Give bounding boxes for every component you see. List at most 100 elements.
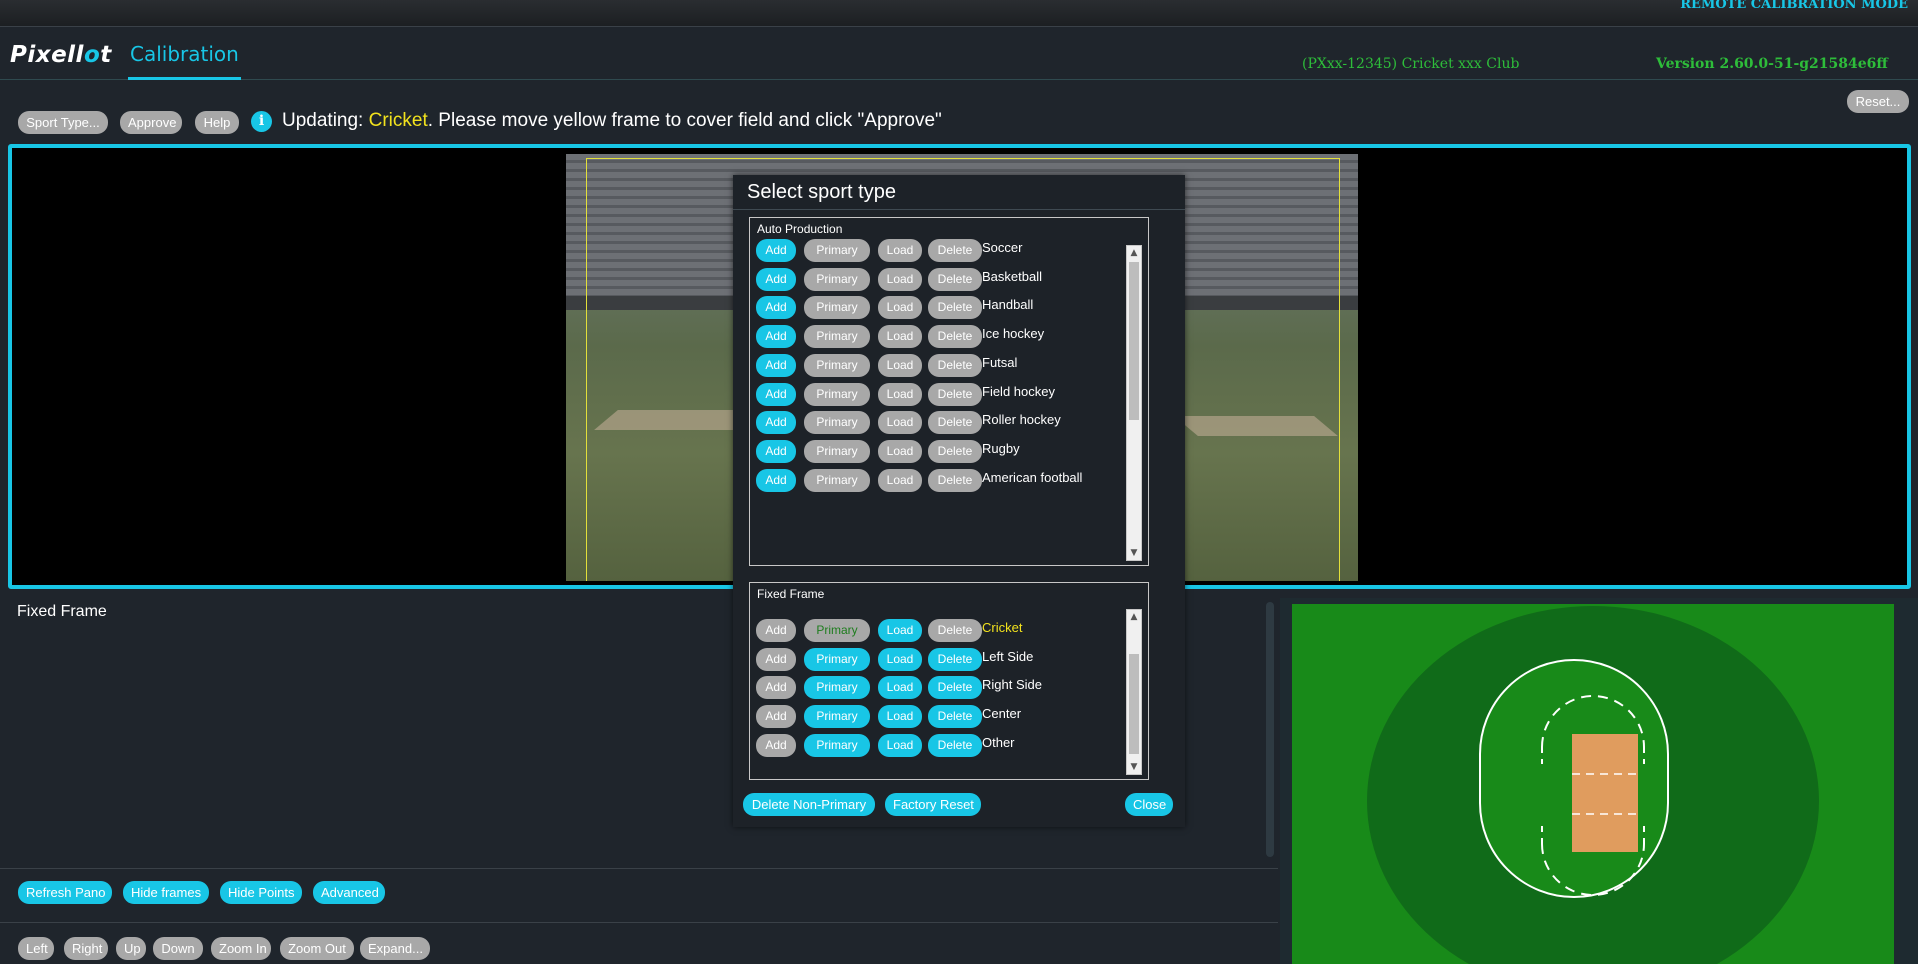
- delete-button[interactable]: Delete: [928, 619, 982, 642]
- load-button[interactable]: Load: [878, 325, 922, 349]
- list-item: Add Primary Load Delete Futsal: [756, 353, 1116, 378]
- sport-name[interactable]: Ice hockey: [982, 326, 1044, 341]
- hide-frames-button[interactable]: Hide frames: [123, 881, 209, 904]
- delete-button[interactable]: Delete: [928, 733, 982, 757]
- add-button[interactable]: Add: [756, 267, 796, 291]
- load-button[interactable]: Load: [878, 676, 922, 700]
- add-button[interactable]: Add: [756, 705, 796, 729]
- sport-name[interactable]: Right Side: [982, 677, 1042, 692]
- tab-calibration[interactable]: Calibration: [128, 42, 241, 80]
- auto-production-scrollbar[interactable]: ▲ ▼: [1126, 245, 1142, 561]
- panel-scrollbar[interactable]: [1266, 602, 1274, 857]
- primary-button[interactable]: Primary: [804, 325, 870, 349]
- load-button[interactable]: Load: [878, 411, 922, 435]
- zoom-out-button[interactable]: Zoom Out: [280, 937, 354, 960]
- add-button[interactable]: Add: [756, 676, 796, 700]
- delete-button[interactable]: Delete: [928, 468, 982, 492]
- add-button[interactable]: Add: [756, 647, 796, 671]
- add-button[interactable]: Add: [756, 239, 796, 262]
- load-button[interactable]: Load: [878, 267, 922, 291]
- delete-button[interactable]: Delete: [928, 439, 982, 463]
- sport-name[interactable]: Center: [982, 706, 1021, 721]
- load-button[interactable]: Load: [878, 296, 922, 320]
- help-button[interactable]: Help: [195, 111, 239, 134]
- up-button[interactable]: Up: [116, 937, 146, 960]
- sport-name[interactable]: Futsal: [982, 355, 1017, 370]
- close-button[interactable]: Close: [1125, 793, 1173, 816]
- delete-button[interactable]: Delete: [928, 411, 982, 435]
- primary-button[interactable]: Primary: [804, 353, 870, 377]
- refresh-pano-button[interactable]: Refresh Pano: [18, 881, 112, 904]
- expand-button[interactable]: Expand...: [360, 937, 430, 960]
- approve-button[interactable]: Approve: [120, 111, 182, 134]
- sport-name[interactable]: Roller hockey: [982, 412, 1061, 427]
- down-button[interactable]: Down: [153, 937, 203, 960]
- load-button[interactable]: Load: [878, 382, 922, 406]
- load-button[interactable]: Load: [878, 619, 922, 642]
- reset-button[interactable]: Reset...: [1847, 90, 1909, 113]
- add-button[interactable]: Add: [756, 411, 796, 435]
- load-button[interactable]: Load: [878, 733, 922, 757]
- delete-button[interactable]: Delete: [928, 647, 982, 671]
- primary-button[interactable]: Primary: [804, 411, 870, 435]
- right-button[interactable]: Right: [64, 937, 108, 960]
- sport-name[interactable]: American football: [982, 470, 1082, 485]
- fixed-frame-scrollbar[interactable]: ▲ ▼: [1126, 609, 1142, 775]
- primary-button[interactable]: Primary: [804, 239, 870, 262]
- add-button[interactable]: Add: [756, 353, 796, 377]
- factory-reset-button[interactable]: Factory Reset: [885, 793, 981, 816]
- load-button[interactable]: Load: [878, 647, 922, 671]
- primary-button[interactable]: Primary: [804, 619, 870, 642]
- sport-name[interactable]: Soccer: [982, 240, 1022, 255]
- primary-button[interactable]: Primary: [804, 439, 870, 463]
- scroll-up-icon[interactable]: ▲: [1127, 246, 1141, 260]
- delete-button[interactable]: Delete: [928, 676, 982, 700]
- sport-name[interactable]: Field hockey: [982, 384, 1055, 399]
- sport-name[interactable]: Cricket: [982, 620, 1022, 635]
- scroll-thumb[interactable]: [1129, 654, 1139, 754]
- sport-name[interactable]: Handball: [982, 297, 1033, 312]
- add-button[interactable]: Add: [756, 733, 796, 757]
- delete-button[interactable]: Delete: [928, 296, 982, 320]
- load-button[interactable]: Load: [878, 353, 922, 377]
- load-button[interactable]: Load: [878, 239, 922, 262]
- scroll-down-icon[interactable]: ▼: [1127, 760, 1141, 774]
- sport-name[interactable]: Left Side: [982, 649, 1033, 664]
- delete-non-primary-button[interactable]: Delete Non-Primary: [743, 793, 875, 816]
- primary-button[interactable]: Primary: [804, 733, 870, 757]
- primary-button[interactable]: Primary: [804, 267, 870, 291]
- add-button[interactable]: Add: [756, 439, 796, 463]
- primary-button[interactable]: Primary: [804, 647, 870, 671]
- sport-name[interactable]: Basketball: [982, 269, 1042, 284]
- load-button[interactable]: Load: [878, 468, 922, 492]
- primary-button[interactable]: Primary: [804, 705, 870, 729]
- delete-button[interactable]: Delete: [928, 353, 982, 377]
- scroll-up-icon[interactable]: ▲: [1127, 610, 1141, 624]
- field-diagram[interactable]: [1292, 604, 1894, 964]
- delete-button[interactable]: Delete: [928, 382, 982, 406]
- left-button[interactable]: Left: [18, 937, 54, 960]
- delete-button[interactable]: Delete: [928, 705, 982, 729]
- delete-button[interactable]: Delete: [928, 267, 982, 291]
- hide-points-button[interactable]: Hide Points: [220, 881, 302, 904]
- add-button[interactable]: Add: [756, 382, 796, 406]
- sport-type-button[interactable]: Sport Type...: [18, 111, 108, 134]
- zoom-in-button[interactable]: Zoom In: [211, 937, 271, 960]
- sport-name[interactable]: Other: [982, 735, 1015, 750]
- delete-button[interactable]: Delete: [928, 239, 982, 262]
- scroll-thumb[interactable]: [1129, 262, 1139, 420]
- primary-button[interactable]: Primary: [804, 296, 870, 320]
- add-button[interactable]: Add: [756, 325, 796, 349]
- sport-name[interactable]: Rugby: [982, 441, 1020, 456]
- primary-button[interactable]: Primary: [804, 468, 870, 492]
- add-button[interactable]: Add: [756, 619, 796, 642]
- load-button[interactable]: Load: [878, 439, 922, 463]
- load-button[interactable]: Load: [878, 705, 922, 729]
- primary-button[interactable]: Primary: [804, 676, 870, 700]
- advanced-button[interactable]: Advanced: [313, 881, 385, 904]
- add-button[interactable]: Add: [756, 296, 796, 320]
- add-button[interactable]: Add: [756, 468, 796, 492]
- scroll-down-icon[interactable]: ▼: [1127, 546, 1141, 560]
- delete-button[interactable]: Delete: [928, 325, 982, 349]
- primary-button[interactable]: Primary: [804, 382, 870, 406]
